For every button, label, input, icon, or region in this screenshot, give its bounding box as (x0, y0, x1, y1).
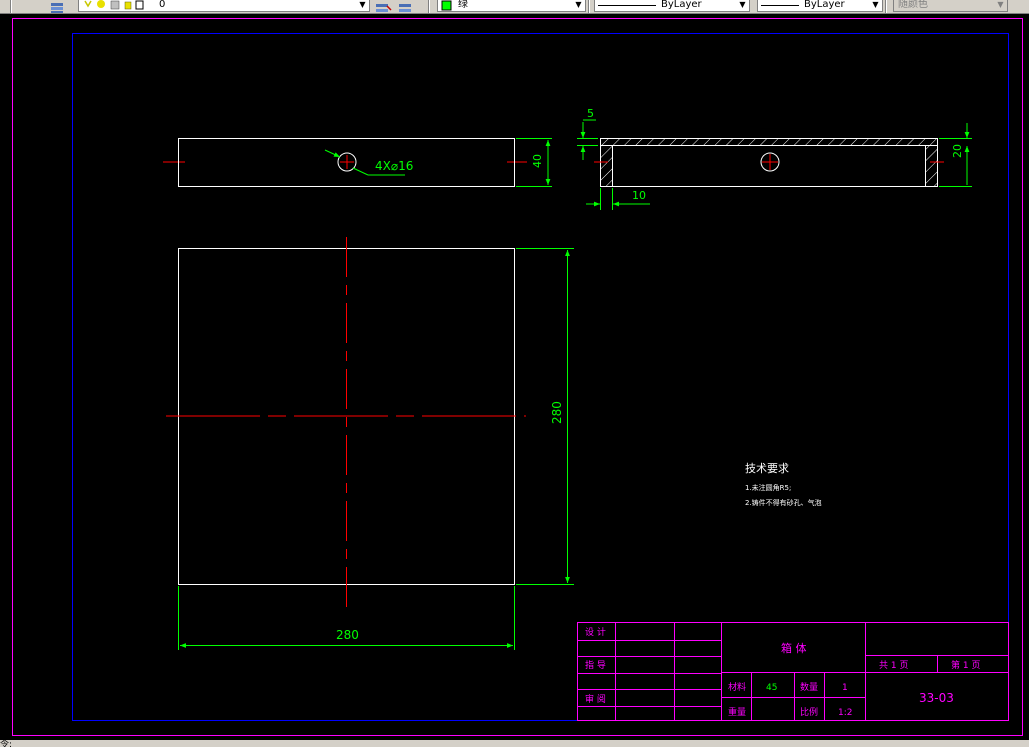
section-view: 5 10 20 (577, 107, 972, 210)
properties-toolbar: 0 ▼ 绿 ▼ ByLayer ▼ ByLayer ▼ 随颜色 ▼ (0, 0, 1029, 14)
layer-manager-icon[interactable] (48, 0, 68, 13)
toolbar-separator (428, 0, 430, 13)
weight-label: 重量 (728, 706, 746, 718)
dim-plan-height: 280 (550, 401, 564, 424)
linetype-combo-value: ByLayer (661, 0, 702, 10)
front-view: 4X⌀16 40 (163, 138, 552, 187)
dim-front-height: 40 (531, 154, 544, 168)
color-combo[interactable]: 绿 ▼ (437, 0, 586, 12)
dim-section-height: 20 (951, 144, 964, 158)
make-object-layer-current-icon[interactable] (373, 0, 393, 13)
scale-label: 比例 (800, 706, 818, 718)
plotstyle-combo-value: 随颜色 (898, 0, 928, 10)
quantity-label: 数量 (800, 681, 818, 693)
layer-color-swatch (135, 0, 144, 10)
drawing-number: 33-03 (919, 691, 954, 705)
total-pages: 共 1 页 (879, 660, 908, 671)
chevron-down-icon[interactable]: ▼ (357, 0, 368, 11)
toolbar-separator (588, 0, 590, 13)
layer-previous-icon[interactable] (396, 0, 416, 13)
part-name: 箱 体 (781, 641, 807, 655)
color-combo-value: 绿 (458, 0, 468, 10)
command-prompt: 令: (0, 740, 13, 747)
review-label: 审 阅 (585, 693, 606, 705)
section-top-plate (600, 138, 938, 146)
freeze-sun-icon (97, 0, 105, 8)
command-line[interactable]: 令: (0, 740, 1029, 747)
on-off-bulb-icon (84, 0, 92, 8)
chevron-down-icon[interactable]: ▼ (995, 0, 1006, 11)
title-block (577, 622, 1009, 721)
title-block-frame (577, 622, 1009, 721)
tech-requirement-item: 2.铸件不得有砂孔、气泡 (745, 498, 822, 507)
tech-requirements-title: 技术要求 (745, 462, 789, 475)
lineweight-preview (761, 5, 799, 6)
chevron-down-icon[interactable]: ▼ (870, 0, 881, 11)
quantity-value: 1 (842, 683, 848, 693)
lineweight-combo[interactable]: ByLayer ▼ (757, 0, 883, 12)
lock-icon (124, 1, 132, 10)
leader-line (324, 149, 341, 158)
chevron-down-icon[interactable]: ▼ (573, 0, 584, 11)
page-number: 第 1 页 (951, 659, 980, 671)
dim-section-thickness: 5 (587, 107, 594, 120)
viewport-freeze-icon (110, 0, 120, 10)
paper-border (12, 18, 1023, 736)
dim-plan-width: 280 (336, 628, 359, 642)
layer-combo[interactable]: 0 ▼ (78, 0, 370, 12)
drawing-frames (12, 18, 1023, 736)
layer-combo-value: 0 (159, 0, 166, 10)
toolbar-separator (885, 0, 887, 13)
technical-requirements: 技术要求 1.未注圆角R5; 2.铸件不得有砂孔、气泡 (745, 462, 822, 507)
plan-view: 280 280 (166, 237, 574, 650)
lineweight-combo-value: ByLayer (804, 0, 845, 10)
section-left-wall (600, 145, 613, 187)
linetype-combo[interactable]: ByLayer ▼ (594, 0, 750, 12)
material-label: 材料 (728, 681, 746, 693)
hole-callout-text: 4X⌀16 (375, 159, 413, 173)
leader-line (352, 167, 369, 176)
linetype-preview (598, 5, 656, 6)
design-label: 设 计 (585, 626, 606, 638)
scale-value: 1:2 (838, 708, 852, 718)
color-swatch (441, 0, 452, 11)
section-right-wall (925, 145, 938, 187)
drawing-frame (72, 33, 1009, 721)
plotstyle-combo[interactable]: 随颜色 ▼ (893, 0, 1008, 12)
drawing-canvas[interactable]: 4X⌀16 40 5 10 20 280 280 技术要求 1.未注圆角R5; … (0, 13, 1029, 740)
dim-section-wall: 10 (632, 189, 646, 202)
guide-label: 指 导 (585, 659, 606, 671)
tech-requirement-item: 1.未注圆角R5; (745, 483, 791, 492)
chevron-down-icon[interactable]: ▼ (737, 0, 748, 11)
material-value: 45 (766, 683, 777, 693)
